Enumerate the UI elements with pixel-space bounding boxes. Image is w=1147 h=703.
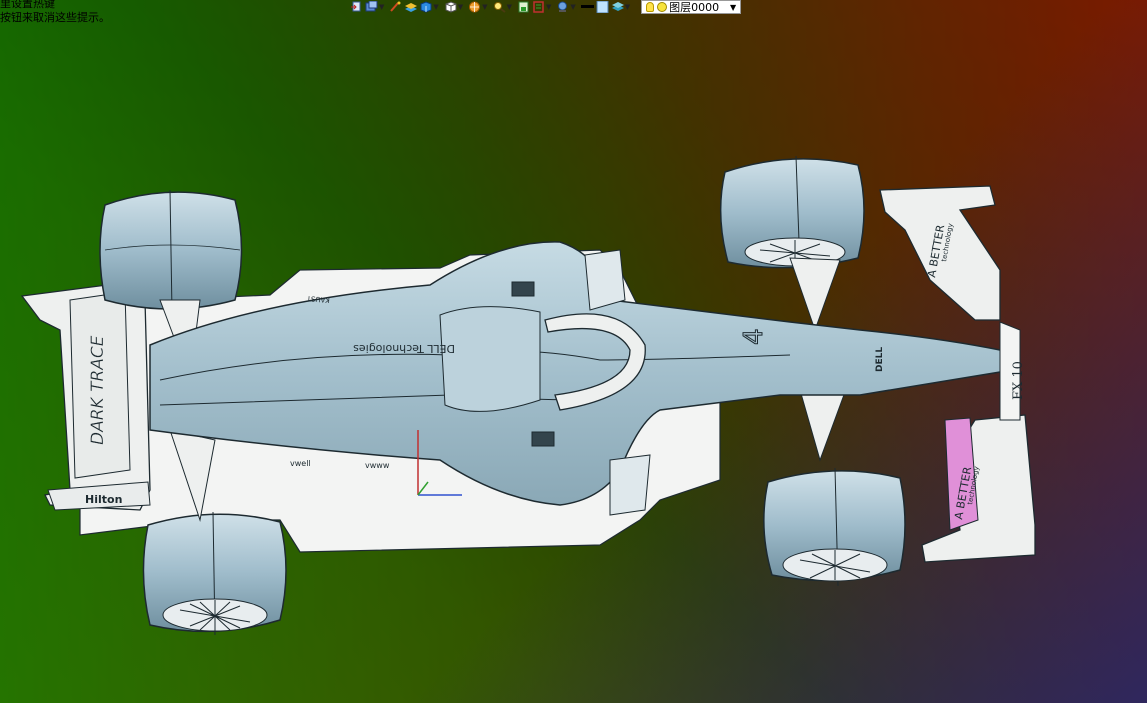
rear-wing-decal: DARK TRACE (88, 335, 108, 445)
rear-left-wheel (99, 189, 243, 313)
cad-viewport[interactable]: 里设置热键 按钮来取消这些提示。 ▼ ▼ ▼ ▼ ▼ ▼ ▼ ▼ 图层0000 … (0, 0, 1147, 703)
front-left-wheel (719, 155, 865, 271)
nose-decal: DELL (875, 347, 885, 372)
f1-car-model[interactable]: DARK TRACE Hilton DELL Technologies KAUS… (0, 0, 1147, 703)
nose-tip-decal: FX 10 (1011, 361, 1026, 400)
front-wing-lower (921, 414, 1036, 563)
rear-right-wheel (142, 511, 287, 636)
rear-plate-decal: Hilton (85, 493, 122, 506)
floor-decal-2: vwww (365, 461, 390, 470)
front-right-wheel (763, 467, 906, 587)
floor-decal-1: vwell (290, 459, 311, 468)
sidepod-decal: DELL Technologies (353, 342, 455, 355)
car-number: 4 (739, 328, 769, 345)
